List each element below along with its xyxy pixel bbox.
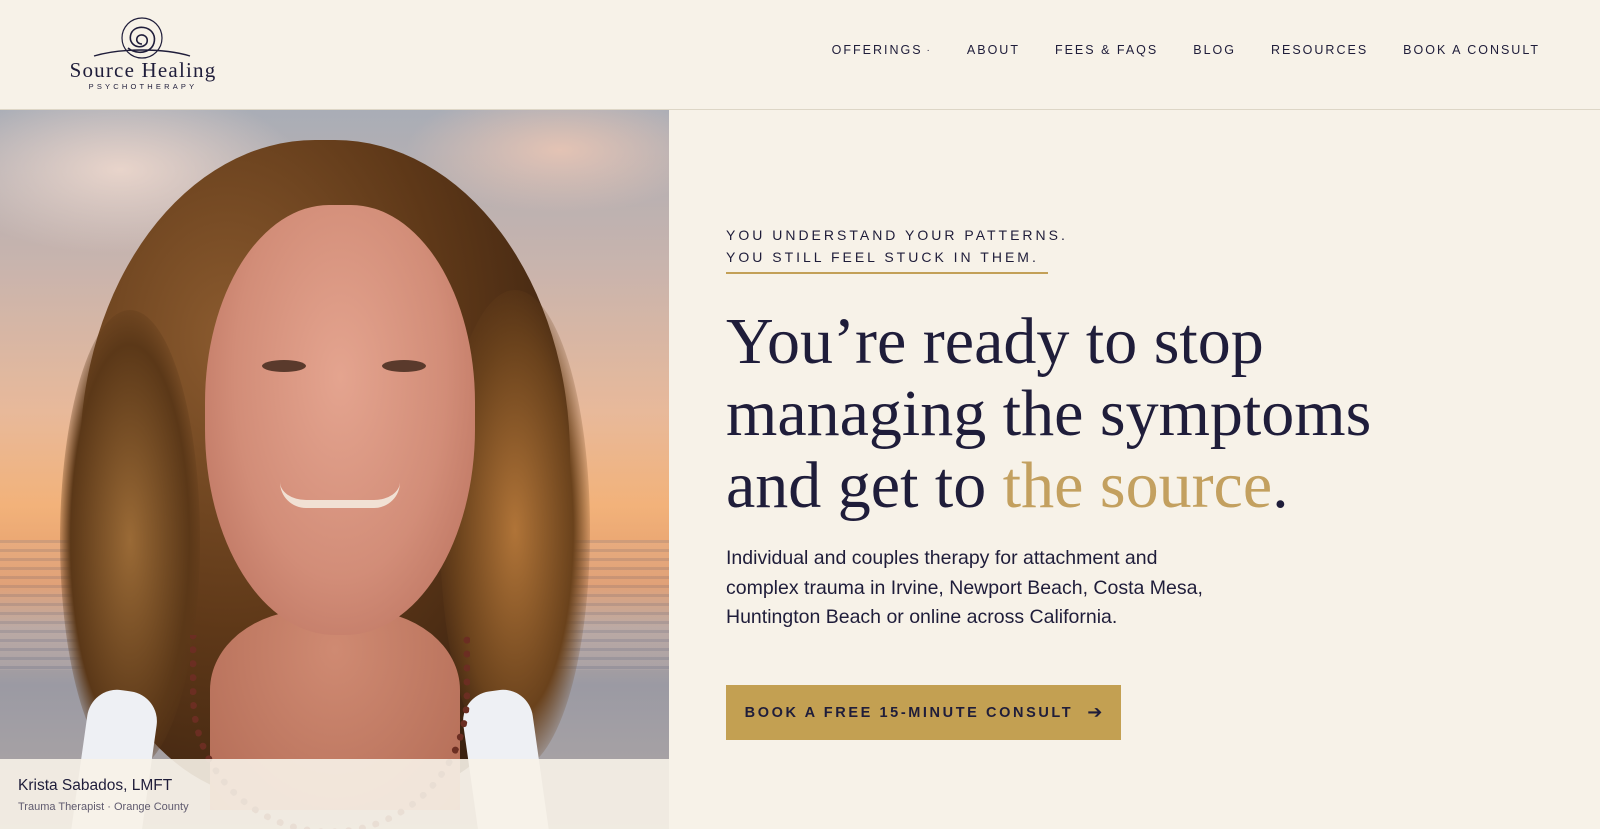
photo-caption: Krista Sabados, LMFT Trauma Therapist · … [0, 759, 669, 829]
hero-subtext: Individual and couples therapy for attac… [726, 547, 1203, 628]
therapist-role: Trauma Therapist · Orange County [18, 801, 189, 813]
logo-tagline: PSYCHOTHERAPY [88, 82, 198, 91]
nav-item-book-consult[interactable]: BOOK A CONSULT [1403, 43, 1540, 57]
dropdown-indicator-icon: · [926, 44, 932, 56]
headline-line-2: managing the symptoms [726, 377, 1372, 450]
cta-label: BOOK A FREE 15-MINUTE CONSULT [744, 704, 1074, 721]
nav-item-blog[interactable]: BLOG [1193, 43, 1236, 57]
main-nav: OFFERINGS · ABOUT FEES & FAQS BLOG RESOU… [832, 40, 1540, 60]
eye-left [262, 360, 306, 372]
nav-item-about[interactable]: ABOUT [967, 43, 1020, 57]
nav-item-resources[interactable]: RESOURCES [1271, 43, 1368, 57]
headline-suffix: . [1272, 449, 1289, 522]
headline-accent: the source [1002, 449, 1273, 522]
eyebrow-line-1: YOU UNDERSTAND YOUR PATTERNS. [726, 227, 1068, 243]
book-consult-button[interactable]: BOOK A FREE 15-MINUTE CONSULT ➔ [726, 685, 1121, 740]
nav-item-fees-faqs[interactable]: FEES & FAQS [1055, 43, 1158, 57]
nav-item-label: OFFERINGS [831, 43, 923, 57]
eyebrow-line-2: YOU STILL FEEL STUCK IN THEM. [726, 249, 1039, 265]
arrow-right-icon: ➔ [1087, 702, 1103, 722]
logo-wordmark: Source Healing [69, 58, 217, 82]
hero-headline: You’re ready to stop managing the sympto… [726, 306, 1486, 522]
nav-item-offerings[interactable]: OFFERINGS · [832, 43, 932, 57]
therapist-photo [0, 110, 669, 829]
smile [280, 482, 400, 508]
logo-link[interactable]: Source Healing PSYCHOTHERAPY [54, 14, 234, 94]
therapist-name: Krista Sabados, LMFT [18, 777, 173, 794]
eyebrow-underline [726, 272, 1048, 274]
headline-line-3: and get to [726, 449, 1003, 522]
headline-line-1: You’re ready to stop [726, 305, 1264, 378]
hero-eyebrow: YOU UNDERSTAND YOUR PATTERNS. YOU STILL … [726, 224, 1068, 268]
spiral-logo-icon [93, 17, 191, 59]
eye-right [382, 360, 426, 372]
face-shape [205, 205, 475, 635]
site-header: Source Healing PSYCHOTHERAPY OFFERINGS ·… [0, 0, 1600, 110]
